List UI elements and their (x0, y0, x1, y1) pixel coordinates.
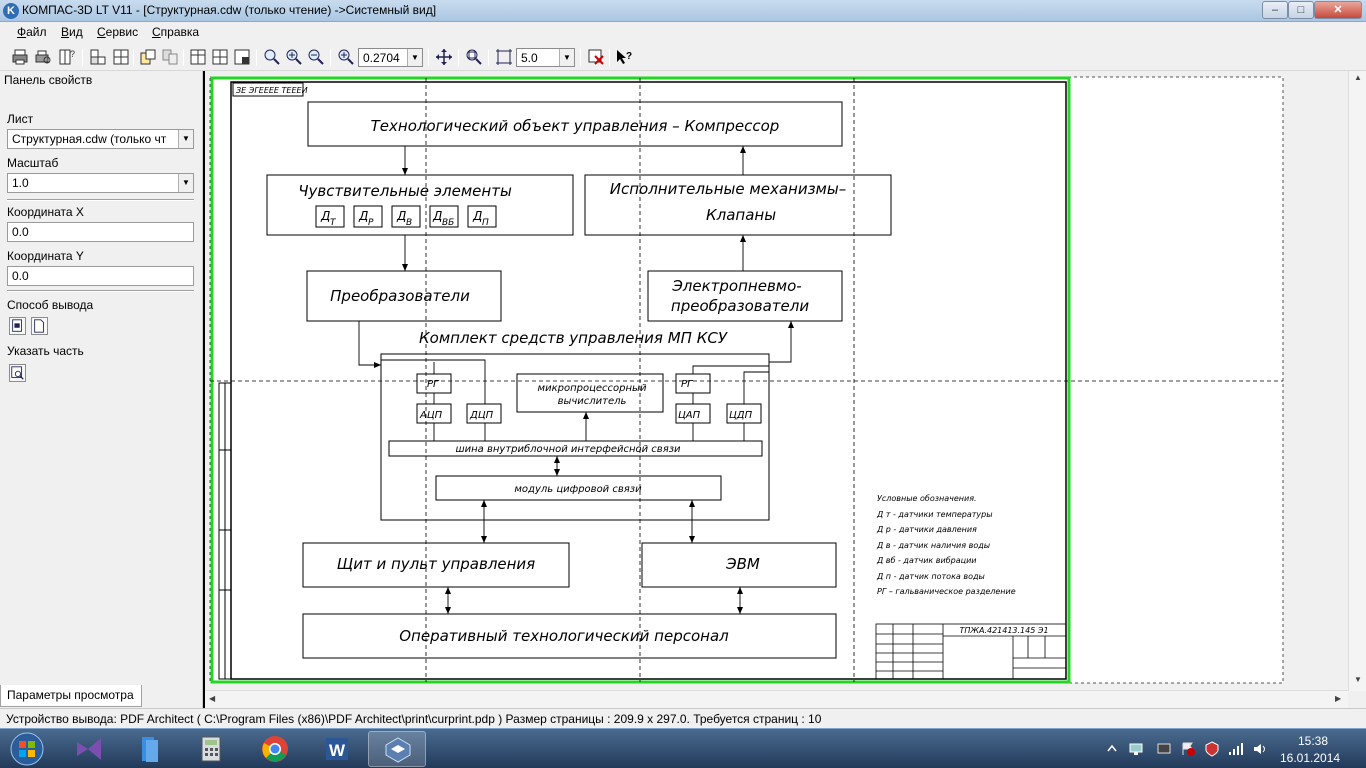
svg-text:Д: Д (472, 209, 482, 223)
svg-text:П: П (482, 218, 489, 228)
windows-taskbar: W 15:38 16.01.2014 (0, 728, 1366, 768)
network-tray-icon[interactable] (1128, 741, 1144, 757)
rg-label-right: РГ (681, 379, 694, 390)
cpu-label-1: микропроцессорный (538, 383, 647, 394)
volume-tray-icon[interactable] (1252, 741, 1268, 757)
start-button[interactable] (4, 730, 50, 768)
legend-item: Д р - датчики давления (876, 525, 977, 534)
adc-label: АЦП (419, 410, 443, 421)
digital-module-label: модуль цифровой связи (514, 484, 642, 495)
visual-studio-icon (77, 738, 101, 760)
legend-item: Д т - датчики температуры (876, 510, 993, 519)
monitor-tray-icon[interactable] (1156, 741, 1172, 757)
clock-date[interactable]: 16.01.2014 (1280, 751, 1340, 765)
word-icon: W (326, 738, 348, 760)
bus-label: шина внутриблочной интерфейсной связи (455, 443, 681, 455)
cpu-label-2: вычислитель (558, 396, 627, 407)
svg-text:P: P (368, 218, 374, 228)
svg-text:Д: Д (358, 209, 368, 223)
svg-text:B: B (406, 218, 412, 228)
show-hidden-icons[interactable] (1104, 741, 1120, 757)
svg-text:Д: Д (432, 209, 442, 223)
legend-title: Условные обозначения. (877, 494, 977, 503)
taskbar-file-manager[interactable] (120, 731, 178, 767)
chrome-icon (262, 736, 288, 762)
windows-logo-icon (10, 732, 44, 766)
taskbar-visual-studio[interactable] (60, 731, 118, 767)
complex-label: Комплект средств управления МП КСУ (419, 329, 728, 347)
converters-label: Преобразователи (330, 287, 470, 305)
legend-item: Д п - датчик потока воды (876, 572, 985, 581)
file-manager-icon (142, 737, 158, 762)
taskbar-chrome[interactable] (246, 731, 304, 767)
computer-label: ЭВМ (725, 555, 760, 573)
plant-block-label: Технологический объект управления – Комп… (371, 117, 780, 135)
legend-item: Д в - датчик наличия воды (876, 541, 990, 550)
taskbar-kompas[interactable] (368, 731, 426, 767)
signal-tray-icon[interactable] (1228, 741, 1244, 757)
actuators-label-1: Исполнительные механизмы– (610, 180, 846, 198)
kompas-icon (385, 737, 411, 763)
epc-label-1: Электропневмо- (671, 277, 801, 295)
rg-label-left: РГ (427, 379, 440, 390)
status-bar: Устройство вывода: PDF Architect ( C:\Pr… (0, 708, 1366, 728)
taskbar-word[interactable]: W (308, 731, 366, 767)
clock-time[interactable]: 15:38 (1298, 734, 1328, 748)
stamp-top-text: ЗЕ ЭГЕЕЕЕ ТЕЕЕИ (236, 86, 308, 95)
calculator-icon (201, 736, 221, 762)
svg-text:Д: Д (320, 209, 330, 223)
svg-text:W: W (329, 741, 346, 760)
epc-label-2: преобразователи (671, 297, 809, 315)
taskbar-calculator[interactable] (182, 731, 240, 767)
flag-tray-icon[interactable] (1180, 741, 1196, 757)
panel-board-label: Щит и пульт управления (337, 555, 535, 573)
personnel-label: Оперативный технологический персонал (399, 627, 729, 645)
title-block-code: ТПЖА.421413.145 Э1 (959, 626, 1048, 635)
dac-label: ЦАП (678, 410, 701, 421)
actuators-label-2: Клапаны (706, 206, 776, 224)
svg-text:Д: Д (396, 209, 406, 223)
legend-item: Д вб - датчик вибрации (876, 556, 976, 565)
dcp-label: ДЦП (469, 410, 494, 421)
legend-item: РГ – гальваническое разделение (877, 587, 1016, 596)
sensors-block-label: Чувствительные элементы (298, 182, 512, 200)
security-tray-icon[interactable] (1204, 741, 1220, 757)
drawing-sheet: ЗЕ ЭГЕЕЕЕ ТЕЕЕИ Технологический объект у… (209, 76, 1284, 684)
svg-text:BБ: BБ (442, 218, 454, 228)
cdp-label: ЦДП (729, 410, 753, 421)
